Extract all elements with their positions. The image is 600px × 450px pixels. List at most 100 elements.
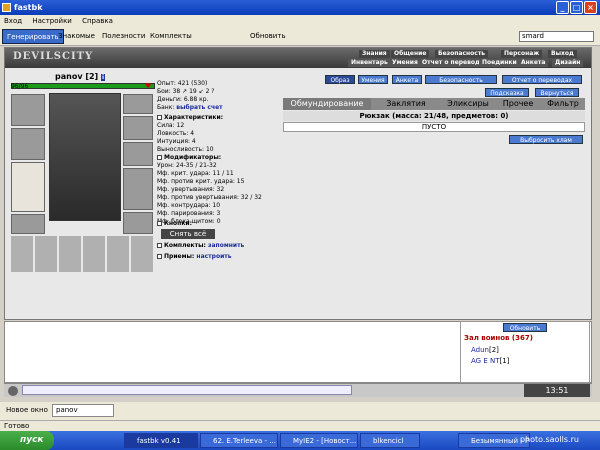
window-title: fastbk bbox=[14, 3, 43, 12]
nav-profile[interactable]: Анкета bbox=[518, 59, 549, 67]
user-item[interactable]: Adun[2] bbox=[471, 346, 499, 354]
helmet-slot[interactable] bbox=[11, 94, 45, 126]
profile-button[interactable]: Анкета bbox=[392, 75, 422, 84]
status-bar: Готово bbox=[0, 420, 600, 431]
tab-filter[interactable]: Фильтр bbox=[541, 98, 585, 110]
menu-bar: Вход Настройки Справка bbox=[0, 15, 600, 27]
start-button[interactable]: пуск bbox=[0, 431, 54, 450]
sets-header[interactable]: Комплекты: запомнить bbox=[157, 242, 244, 250]
weapon-slot[interactable] bbox=[11, 128, 45, 160]
nav-inventory[interactable]: Инвентарь bbox=[348, 59, 391, 67]
nav-knowledge[interactable]: Знания bbox=[359, 50, 390, 58]
nav-duels[interactable]: Поединки bbox=[479, 59, 520, 67]
stat-intuition: Интуиция: 4 bbox=[157, 138, 196, 145]
nav-communication[interactable]: Общение bbox=[391, 50, 430, 58]
nav-exit[interactable]: Выход bbox=[548, 50, 577, 58]
nav-skills[interactable]: Умения bbox=[389, 59, 421, 67]
bracer-slot[interactable] bbox=[123, 116, 153, 140]
maximize-button[interactable]: □ bbox=[570, 1, 583, 14]
remove-all-button[interactable]: Снять всё bbox=[161, 229, 215, 239]
toolbar: Генерировать Знакомые Полезности Комплек… bbox=[0, 27, 600, 46]
modifiers-header[interactable]: Модификаторы: bbox=[157, 154, 221, 162]
refresh-button[interactable]: Обновить bbox=[246, 29, 290, 44]
stats-list: Сила: 12 Ловкость: 4 Интуиция: 4 Выносли… bbox=[157, 122, 214, 154]
belt-slot[interactable] bbox=[11, 214, 45, 234]
minimize-button[interactable]: _ bbox=[556, 1, 569, 14]
boots-slot[interactable] bbox=[123, 212, 153, 234]
info-icon[interactable]: i bbox=[101, 74, 106, 81]
stat-strength: Сила: 12 bbox=[157, 122, 185, 129]
menu-settings[interactable]: Настройки bbox=[32, 17, 72, 25]
tab-elixirs[interactable]: Эликсиры bbox=[441, 98, 495, 110]
mod-antidodge: Мф. против увертывания: 32 / 32 bbox=[157, 194, 262, 201]
tab-other[interactable]: Прочее bbox=[495, 98, 541, 110]
gloves-slot[interactable] bbox=[123, 142, 153, 166]
earring-slot[interactable] bbox=[123, 94, 153, 114]
image-button[interactable]: Образ bbox=[325, 75, 355, 84]
nav-design[interactable]: Дизайн bbox=[552, 59, 584, 67]
bank-row: Банк: выбрать счет bbox=[157, 104, 223, 111]
mod-parry: Мф. парирования: 3 bbox=[157, 210, 221, 217]
hp-bar bbox=[11, 83, 155, 89]
tab-equipment[interactable]: Обмундирование bbox=[283, 98, 371, 110]
stat-endurance: Выносливость: 10 bbox=[157, 146, 214, 153]
bank-link[interactable]: выбрать счет bbox=[176, 104, 222, 111]
character-avatar bbox=[49, 93, 121, 221]
mod-counter: Мф. контрудара: 10 bbox=[157, 202, 221, 209]
chat-refresh-button[interactable]: Обновить bbox=[503, 323, 547, 332]
mod-crit: Мф. крит. удара: 11 / 11 bbox=[157, 170, 234, 177]
buttons-header[interactable]: Кнопки: bbox=[157, 220, 192, 228]
chat-input[interactable] bbox=[22, 385, 352, 395]
clock: 13:51 bbox=[524, 384, 590, 397]
armor-slot[interactable] bbox=[11, 162, 45, 212]
app-icon bbox=[2, 3, 11, 12]
online-panel: Обновить Зал воинов (367) Adun[2] AG E N… bbox=[460, 321, 590, 383]
game-logo: DEVILSCITY bbox=[13, 51, 94, 62]
close-button[interactable]: × bbox=[584, 1, 597, 14]
tab-panov[interactable]: panov bbox=[52, 404, 114, 417]
money-text: Деньги: 6.88 кр. bbox=[157, 96, 209, 103]
hint-button[interactable]: Подсказка bbox=[485, 88, 529, 97]
remember-link[interactable]: запомнить bbox=[208, 242, 244, 249]
characteristics-header[interactable]: Характеристики: bbox=[157, 114, 223, 122]
rune-slots[interactable] bbox=[11, 236, 153, 272]
hp-text: 96/96 bbox=[11, 83, 29, 90]
exp-text: Опыт: 421 (530) bbox=[157, 80, 208, 87]
game-panel: DEVILSCITY Знания Общение Безопасность П… bbox=[4, 47, 592, 320]
menu-login[interactable]: Вход bbox=[4, 17, 22, 25]
task-terleeva[interactable]: 62. E.Terleeva - ... bbox=[200, 433, 278, 448]
nav-security[interactable]: Безопасность bbox=[435, 50, 489, 58]
mod-anticrit: Мф. против крит. удара: 15 bbox=[157, 178, 245, 185]
techniques-header[interactable]: Приемы: настроить bbox=[157, 253, 232, 261]
heart-icon: ♥ bbox=[145, 82, 152, 90]
mod-damage: Урон: 24-35 / 21-32 bbox=[157, 162, 217, 169]
backpack-header: Рюкзак (масса: 21/48, предметов: 0) bbox=[283, 111, 585, 121]
security-button[interactable]: Безопасность bbox=[425, 75, 497, 84]
menu-help[interactable]: Справка bbox=[82, 17, 113, 25]
configure-link[interactable]: настроить bbox=[196, 253, 231, 260]
task-blkencicl[interactable]: blkencicl bbox=[360, 433, 420, 448]
task-fastbk[interactable]: fastbk v0.41 bbox=[124, 433, 198, 448]
tab-sets[interactable]: Комплекты bbox=[146, 29, 196, 44]
tab-spells[interactable]: Заклятия bbox=[371, 98, 441, 110]
game-header: DEVILSCITY Знания Общение Безопасность П… bbox=[5, 48, 591, 68]
nav-character[interactable]: Персонаж bbox=[501, 50, 543, 58]
back-button[interactable]: Вернуться bbox=[535, 88, 579, 97]
taskbar: пуск fastbk v0.41 62. E.Terleeva - ... M… bbox=[0, 431, 600, 450]
empty-label: ПУСТО bbox=[283, 122, 585, 132]
tab-friends[interactable]: Знакомые bbox=[54, 29, 99, 44]
room-title: Зал воинов (367) bbox=[464, 334, 533, 342]
chat-icon[interactable] bbox=[8, 386, 18, 396]
title-bar: fastbk _ □ × bbox=[0, 0, 600, 15]
throw-junk-button[interactable]: Выбросить хлам bbox=[509, 135, 583, 144]
bottom-tabs: Новое окно panov bbox=[0, 402, 600, 420]
search-input[interactable]: smard bbox=[519, 31, 594, 42]
transfers-button[interactable]: Отчет о переводах bbox=[502, 75, 582, 84]
offhand-slot[interactable] bbox=[123, 168, 153, 210]
new-window-button[interactable]: Новое окно bbox=[6, 406, 48, 414]
user-item[interactable]: AG E NT[1] bbox=[471, 357, 509, 365]
tab-utilities[interactable]: Полезности bbox=[98, 29, 149, 44]
task-myie2[interactable]: MyIE2 - [Новост... bbox=[280, 433, 358, 448]
skills-button[interactable]: Умения bbox=[358, 75, 388, 84]
watermark: photo.saolls.ru bbox=[520, 435, 579, 444]
